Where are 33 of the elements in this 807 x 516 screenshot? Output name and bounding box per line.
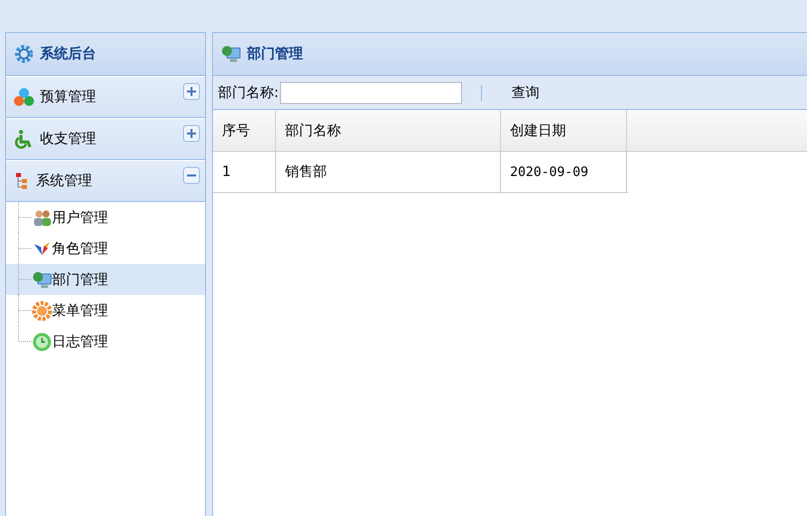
monitor-icon <box>221 44 241 64</box>
field-label: 部门名称: <box>218 84 279 102</box>
cubes-icon <box>14 87 34 107</box>
column-header[interactable]: 创建日期 <box>501 110 627 151</box>
section-label: 收支管理 <box>40 130 97 148</box>
query-button[interactable]: 查询 <box>512 82 540 104</box>
input-field[interactable] <box>280 82 462 104</box>
tree-item[interactable]: 部门管理 <box>6 264 205 295</box>
tree-item[interactable]: 菜单管理 <box>6 295 205 326</box>
users-icon <box>32 208 52 228</box>
collapse-icon[interactable] <box>183 167 200 184</box>
column-header[interactable]: 序号 <box>213 110 276 151</box>
clock-icon <box>32 332 52 352</box>
expand-icon[interactable] <box>183 83 200 100</box>
table-cell: 1 <box>213 152 276 192</box>
monitor-icon <box>32 270 52 290</box>
accordion-header[interactable]: 系统管理 <box>6 160 205 202</box>
tree-item[interactable]: 用户管理 <box>6 202 205 233</box>
flower-icon <box>32 300 52 320</box>
table-cell: 2020-09-09 <box>501 152 627 192</box>
tree-item[interactable]: 日志管理 <box>6 326 205 357</box>
hierarchy-icon <box>14 171 30 191</box>
sidebar-title: 系统后台 <box>40 45 96 63</box>
column-header[interactable]: 部门名称 <box>276 110 501 151</box>
expand-icon[interactable] <box>183 125 200 142</box>
section-label: 预算管理 <box>40 88 97 106</box>
wheelchair-icon <box>14 129 34 149</box>
accordion-header[interactable]: 收支管理 <box>6 118 205 160</box>
table-cell: 销售部 <box>276 152 501 192</box>
panel-title: 部门管理 <box>247 45 303 63</box>
accordion-header[interactable]: 预算管理 <box>6 76 205 118</box>
gear-icon <box>14 44 34 64</box>
section-label: 系统管理 <box>36 172 93 190</box>
